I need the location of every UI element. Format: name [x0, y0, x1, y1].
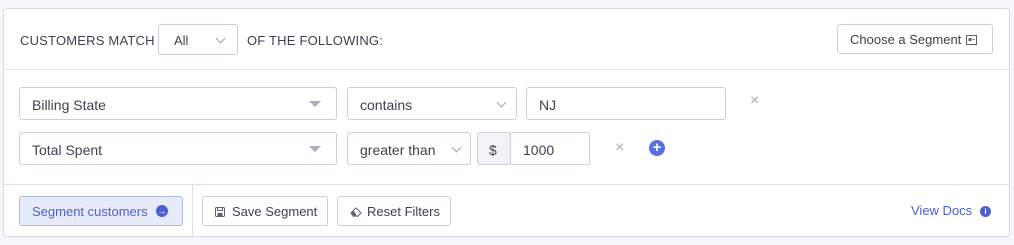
chevron-down-icon — [451, 142, 462, 153]
filter-field-value: Total Spent — [32, 142, 103, 158]
reset-filters-button[interactable]: Reset Filters — [337, 196, 451, 226]
view-docs-link[interactable]: View Docs — [911, 203, 972, 218]
match-mode-select[interactable]: All — [158, 24, 238, 55]
match-mode-value: All — [174, 33, 189, 48]
reset-filters-label: Reset Filters — [367, 204, 440, 219]
save-segment-label: Save Segment — [232, 204, 318, 219]
filter-operator-select-greater-than[interactable]: greater than — [347, 132, 471, 165]
segment-list-icon — [966, 35, 977, 45]
caret-down-icon — [309, 101, 321, 107]
filter-operator-value: greater than — [360, 142, 436, 158]
remove-filter-icon[interactable]: × — [615, 140, 624, 156]
chevron-down-icon — [215, 33, 226, 44]
filter-footer: Segment customers → Save Segment Reset F… — [4, 184, 1009, 238]
filter-value-text: NJ — [539, 97, 557, 113]
filter-value-input-1000[interactable]: 1000 — [510, 132, 590, 165]
save-icon — [215, 207, 225, 217]
choose-segment-label: Choose a Segment — [850, 32, 962, 47]
filter-value-text: 1000 — [523, 142, 555, 158]
caret-down-icon — [309, 146, 321, 152]
segment-customers-label: Segment customers — [32, 204, 148, 219]
filter-operator-value: contains — [360, 97, 413, 113]
segment-filter-panel: CUSTOMERS MATCH All OF THE FOLLOWING: Ch… — [3, 8, 1010, 237]
customers-match-label: CUSTOMERS MATCH — [20, 33, 155, 48]
currency-addon: $ — [477, 132, 511, 165]
of-the-following-label: OF THE FOLLOWING: — [247, 33, 384, 48]
filter-field-value: Billing State — [32, 97, 106, 113]
currency-symbol: $ — [489, 142, 497, 158]
chevron-down-icon — [496, 97, 507, 108]
filter-field-select-total-spent[interactable]: Total Spent — [19, 132, 337, 165]
filter-value-input-nj[interactable]: NJ — [526, 87, 726, 120]
info-icon: i — [980, 206, 991, 217]
add-filter-icon[interactable]: + — [649, 140, 665, 156]
filter-field-select-billing-state[interactable]: Billing State — [19, 87, 337, 120]
footer-divider — [192, 185, 193, 237]
filter-header: CUSTOMERS MATCH All OF THE FOLLOWING: Ch… — [4, 9, 1009, 70]
eraser-icon — [350, 207, 362, 217]
choose-segment-button[interactable]: Choose a Segment — [837, 24, 993, 54]
segment-customers-button[interactable]: Segment customers → — [19, 196, 183, 226]
save-segment-button[interactable]: Save Segment — [202, 196, 328, 226]
filter-operator-select-contains[interactable]: contains — [347, 87, 517, 120]
arrow-right-icon: → — [156, 205, 168, 217]
remove-filter-icon[interactable]: × — [750, 93, 759, 109]
